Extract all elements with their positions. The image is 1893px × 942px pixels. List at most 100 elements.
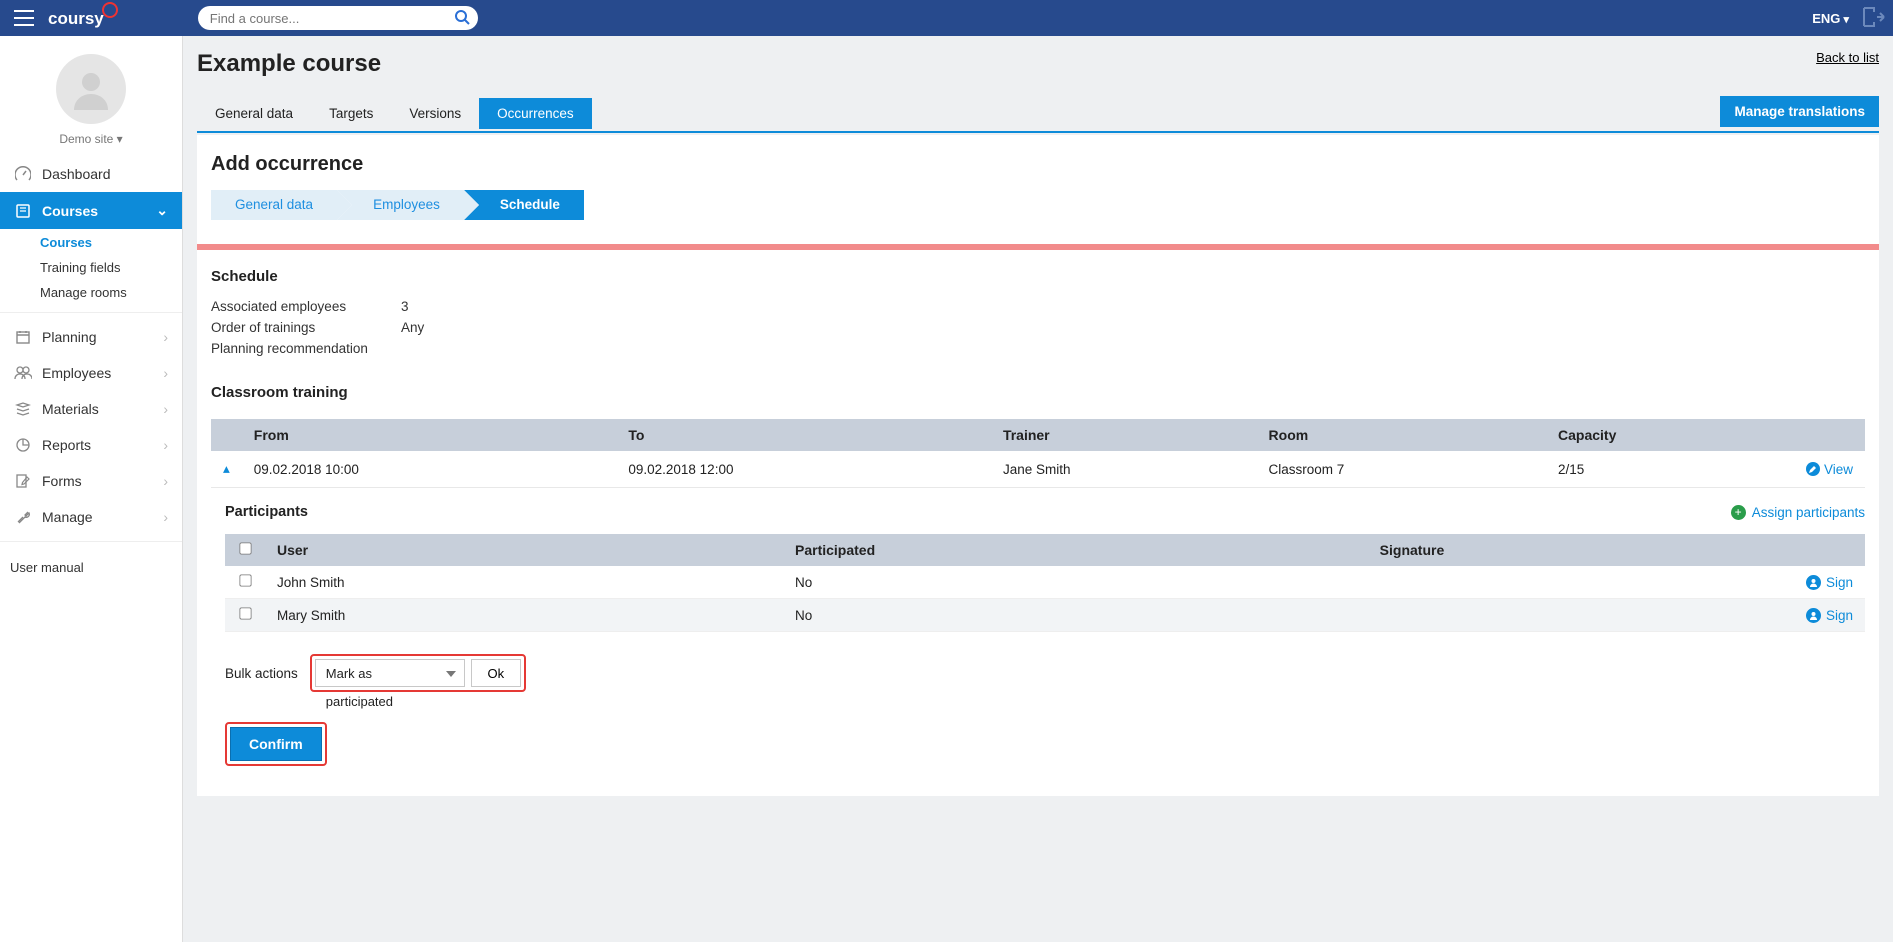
cell-from: 09.02.2018 10:00 bbox=[242, 451, 617, 488]
chevron-right-icon: › bbox=[163, 329, 168, 345]
wizard-step-employees[interactable]: Employees bbox=[337, 190, 464, 220]
search-button[interactable] bbox=[454, 9, 470, 28]
avatar bbox=[56, 54, 126, 124]
plus-icon: + bbox=[1731, 505, 1746, 520]
logo-spiral-icon bbox=[102, 2, 118, 18]
sidebar-user-manual[interactable]: User manual bbox=[0, 548, 182, 587]
bulk-ok-button[interactable]: Ok bbox=[471, 659, 521, 687]
info-value: Any bbox=[401, 320, 424, 335]
site-selector[interactable]: Demo site ▾ bbox=[0, 132, 182, 146]
tab-targets[interactable]: Targets bbox=[311, 98, 391, 129]
schedule-heading: Schedule bbox=[211, 268, 1865, 285]
row-checkbox[interactable] bbox=[239, 607, 251, 619]
bulk-select[interactable]: Mark as participated bbox=[315, 659, 465, 687]
participant-row: Mary Smith No Sign bbox=[225, 599, 1865, 632]
row-expand-toggle[interactable]: ▴ bbox=[211, 451, 242, 488]
tab-general-data[interactable]: General data bbox=[197, 98, 311, 129]
sidebar: Demo site ▾ Dashboard Courses ⌄ Courses … bbox=[0, 36, 183, 942]
info-row: Associated employees 3 bbox=[211, 299, 1865, 314]
cell-trainer: Jane Smith bbox=[991, 451, 1257, 488]
col-room: Room bbox=[1257, 419, 1546, 451]
sidebar-item-employees[interactable]: Employees › bbox=[0, 355, 182, 391]
confirm-button[interactable]: Confirm bbox=[230, 727, 322, 761]
wizard-step-schedule[interactable]: Schedule bbox=[464, 190, 584, 220]
back-to-list-link[interactable]: Back to list bbox=[1816, 50, 1879, 65]
sign-link[interactable]: Sign bbox=[1806, 575, 1853, 590]
view-label: View bbox=[1824, 462, 1853, 477]
courses-submenu: Courses Training fields Manage rooms bbox=[0, 229, 182, 306]
cell-room: Classroom 7 bbox=[1257, 451, 1546, 488]
info-label: Planning recommendation bbox=[211, 341, 401, 356]
select-all-checkbox[interactable] bbox=[239, 542, 251, 554]
search-icon bbox=[454, 9, 470, 25]
training-table: From To Trainer Room Capacity ▴ 09.02.20… bbox=[211, 419, 1865, 488]
sidebar-item-label: Forms bbox=[42, 473, 82, 489]
cell-participated: No bbox=[783, 566, 1368, 599]
manage-translations-button[interactable]: Manage translations bbox=[1720, 96, 1879, 127]
main-content: Example course Back to list General data… bbox=[183, 36, 1893, 942]
chevron-right-icon: › bbox=[163, 473, 168, 489]
info-row: Planning recommendation bbox=[211, 341, 1865, 356]
info-label: Associated employees bbox=[211, 299, 401, 314]
sidebar-item-dashboard[interactable]: Dashboard bbox=[0, 156, 182, 192]
alert-strip bbox=[197, 244, 1879, 250]
chevron-down-icon: ⌄ bbox=[156, 202, 168, 219]
users-icon bbox=[14, 366, 32, 380]
user-icon bbox=[1806, 608, 1821, 623]
sidebar-item-forms[interactable]: Forms › bbox=[0, 463, 182, 499]
chevron-right-icon: › bbox=[163, 401, 168, 417]
menu-toggle-icon[interactable] bbox=[8, 4, 40, 32]
wizard-step-general[interactable]: General data bbox=[211, 190, 337, 220]
sign-label: Sign bbox=[1826, 608, 1853, 623]
col-signature: Signature bbox=[1368, 534, 1865, 566]
confirm-highlight-box: Confirm bbox=[225, 722, 327, 766]
assign-label: Assign participants bbox=[1752, 505, 1865, 520]
language-selector[interactable]: ENG bbox=[1812, 11, 1849, 26]
training-row: ▴ 09.02.2018 10:00 09.02.2018 12:00 Jane… bbox=[211, 451, 1865, 488]
participants-heading: Participants bbox=[225, 504, 308, 520]
sidebar-item-label: Reports bbox=[42, 437, 91, 453]
sidebar-item-manage[interactable]: Manage › bbox=[0, 499, 182, 535]
cell-user: John Smith bbox=[265, 566, 783, 599]
participant-row: John Smith No Sign bbox=[225, 566, 1865, 599]
sidebar-item-courses[interactable]: Courses ⌄ bbox=[0, 192, 182, 229]
sidebar-item-reports[interactable]: Reports › bbox=[0, 427, 182, 463]
row-checkbox[interactable] bbox=[239, 574, 251, 586]
cell-to: 09.02.2018 12:00 bbox=[616, 451, 991, 488]
assign-participants-link[interactable]: + Assign participants bbox=[1731, 505, 1865, 520]
pencil-icon bbox=[1806, 462, 1820, 476]
book-icon bbox=[14, 203, 32, 219]
logout-icon[interactable] bbox=[1863, 7, 1885, 30]
search-input[interactable] bbox=[198, 6, 478, 30]
cell-user: Mary Smith bbox=[265, 599, 783, 632]
cell-capacity: 2/15 bbox=[1546, 451, 1785, 488]
tab-versions[interactable]: Versions bbox=[391, 98, 479, 129]
chevron-right-icon: › bbox=[163, 365, 168, 381]
sidebar-item-label: Dashboard bbox=[42, 166, 111, 182]
subnav-training-fields[interactable]: Training fields bbox=[40, 260, 182, 275]
chevron-right-icon: › bbox=[163, 437, 168, 453]
wizard-steps: General data Employees Schedule bbox=[211, 190, 1865, 220]
subnav-manage-rooms[interactable]: Manage rooms bbox=[40, 285, 182, 300]
info-row: Order of trainings Any bbox=[211, 320, 1865, 335]
participants-table: User Participated Signature John Smith N… bbox=[225, 534, 1865, 632]
tab-occurrences[interactable]: Occurrences bbox=[479, 98, 592, 129]
sub-heading: Add occurrence bbox=[211, 153, 1865, 190]
pie-icon bbox=[14, 437, 32, 453]
classroom-heading: Classroom training bbox=[211, 384, 1865, 401]
sidebar-item-planning[interactable]: Planning › bbox=[0, 319, 182, 355]
sidebar-item-materials[interactable]: Materials › bbox=[0, 391, 182, 427]
app-logo: coursy bbox=[48, 8, 118, 29]
bulk-label: Bulk actions bbox=[225, 666, 298, 681]
col-to: To bbox=[616, 419, 991, 451]
subnav-courses[interactable]: Courses bbox=[40, 235, 182, 250]
search-wrapper bbox=[198, 6, 478, 30]
col-from: From bbox=[242, 419, 617, 451]
view-link[interactable]: View bbox=[1806, 462, 1853, 477]
sidebar-item-label: Employees bbox=[42, 365, 111, 381]
bulk-actions-row: Bulk actions Mark as participated Ok bbox=[225, 654, 1865, 692]
calendar-icon bbox=[14, 329, 32, 345]
sign-link[interactable]: Sign bbox=[1806, 608, 1853, 623]
chevron-right-icon: › bbox=[163, 509, 168, 525]
sidebar-item-label: Materials bbox=[42, 401, 99, 417]
